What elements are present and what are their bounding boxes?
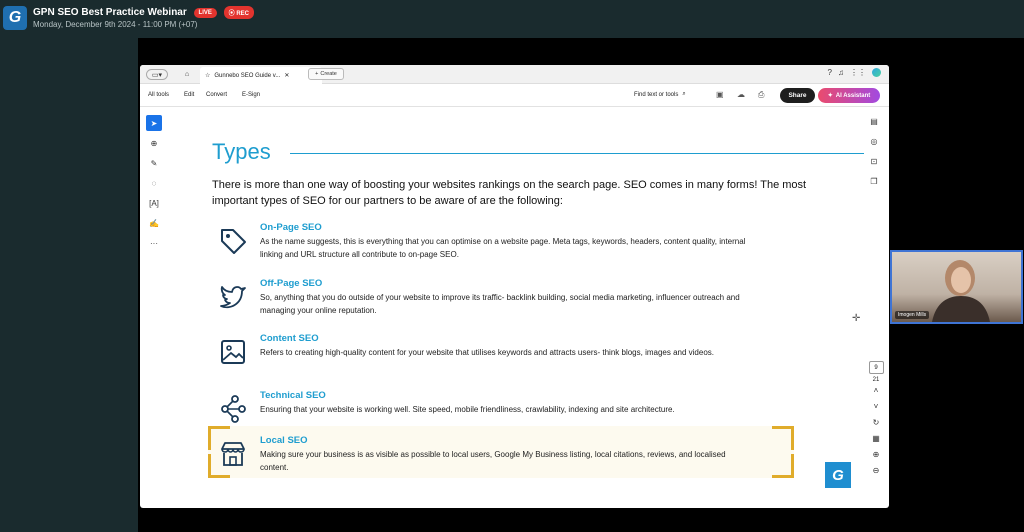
- copy-icon[interactable]: ❐: [866, 173, 882, 189]
- presenter-name: Imogen Mills: [895, 311, 930, 319]
- bracket-bottom-right: [772, 454, 794, 478]
- network-icon: [221, 395, 246, 423]
- help-icon[interactable]: ?: [828, 68, 832, 77]
- total-pages: 21: [872, 377, 880, 383]
- right-toolbar: ▤ ◎ ⊡ ❐: [866, 113, 886, 193]
- ai-icon: ✦: [827, 93, 833, 99]
- refresh-icon[interactable]: ↻: [873, 418, 880, 431]
- gpn-logo: G: [3, 6, 27, 30]
- menu-convert[interactable]: Convert: [206, 92, 227, 98]
- bracket-top-right: [772, 426, 794, 450]
- webinar-header: G GPN SEO Best Practice Webinar LIVE ⦿ R…: [0, 0, 1024, 38]
- webcam-feed[interactable]: Imogen Mills: [890, 250, 1023, 324]
- crosshair-cursor-icon: ✛: [852, 313, 861, 324]
- current-page-input[interactable]: 9: [868, 361, 884, 374]
- storefront-icon: [221, 442, 245, 466]
- item-body: Ensuring that your website is working we…: [260, 405, 675, 414]
- gunnebo-logo: G: [825, 462, 851, 488]
- star-icon[interactable]: ☆: [205, 72, 210, 79]
- pen-tool-icon[interactable]: ✎: [146, 155, 162, 171]
- chevron-up-icon[interactable]: ˄: [874, 386, 879, 399]
- sidebar-toggle-icon[interactable]: ▭▾: [146, 69, 168, 80]
- document-page: Types There is more than one way of boos…: [172, 111, 864, 501]
- plus-icon: +: [315, 71, 319, 77]
- menu-bar: All tools Edit Convert E-Sign Find text …: [140, 84, 889, 107]
- tag-icon: [221, 229, 246, 254]
- search-icon: ⌕: [682, 91, 686, 97]
- tab-title: Gunnebo SEO Guide v...: [214, 72, 281, 79]
- left-toolbar: ➤ ⊕ ✎ ◌ [A] ✍ ···: [146, 115, 166, 260]
- webinar-title: GPN SEO Best Practice Webinar LIVE ⦿ REC: [33, 6, 255, 19]
- ai-assistant-button[interactable]: ✦ AI Assistant: [818, 88, 880, 103]
- chevron-down-icon[interactable]: ˅: [874, 402, 879, 415]
- page-navigator: 9 21 ˄ ˅ ↻ ▦ ⊕ ⊖: [866, 361, 886, 479]
- ai-label: AI Assistant: [835, 92, 871, 99]
- item-body: Making sure your business is as visible …: [260, 450, 726, 472]
- menu-all-tools[interactable]: All tools: [148, 92, 169, 98]
- text-select-icon[interactable]: [A]: [146, 195, 162, 211]
- profile-avatar[interactable]: [872, 68, 881, 77]
- upload-icon[interactable]: ☁: [737, 90, 745, 99]
- thumbnail-icon[interactable]: ▤: [866, 113, 882, 129]
- live-badge: LIVE: [193, 7, 217, 18]
- print-icon[interactable]: ⎙: [758, 90, 764, 100]
- page-title: Types: [212, 139, 271, 164]
- share-button[interactable]: Share: [780, 88, 815, 103]
- rec-badge: ⦿ REC: [223, 6, 255, 19]
- zoom-in-icon[interactable]: ⊕: [873, 450, 880, 463]
- save-icon[interactable]: ▣: [716, 90, 724, 99]
- top-right-icons: ? ♫ ⋮⋮: [828, 68, 881, 77]
- webinar-datetime: Monday, December 9th 2024 - 11:00 PM (+0…: [33, 20, 198, 29]
- comment-tool-icon[interactable]: ⊕: [146, 135, 162, 151]
- bell-icon[interactable]: ♫: [838, 68, 844, 77]
- item-heading: Technical SEO: [260, 390, 326, 401]
- close-icon[interactable]: ✕: [284, 72, 289, 79]
- create-button[interactable]: + Create: [308, 68, 344, 80]
- tab-document[interactable]: ☆ Gunnebo SEO Guide v... ✕: [200, 67, 322, 84]
- item-heading: Off-Page SEO: [260, 278, 323, 289]
- more-icon[interactable]: ···: [146, 235, 162, 251]
- item-body: As the name suggests, this is everything…: [260, 237, 746, 259]
- find-label: Find text or tools: [634, 91, 679, 98]
- apps-icon[interactable]: ⋮⋮: [850, 68, 866, 77]
- menu-edit[interactable]: Edit: [184, 92, 194, 98]
- menu-esign[interactable]: E-Sign: [242, 92, 260, 98]
- cursor-tool-icon[interactable]: ➤: [146, 115, 162, 131]
- twitter-icon: [220, 286, 246, 309]
- sign-tool-icon[interactable]: ✍: [146, 215, 162, 231]
- webinar-title-text: GPN SEO Best Practice Webinar: [33, 7, 187, 19]
- save-page-icon[interactable]: ▦: [872, 434, 880, 447]
- bookmark-icon[interactable]: ⊡: [866, 153, 882, 169]
- pdf-viewer-window: ▭▾ ⌂ ☆ Gunnebo SEO Guide v... ✕ + Create…: [140, 65, 889, 508]
- create-label: Create: [320, 71, 337, 77]
- item-heading: Local SEO: [260, 435, 308, 446]
- item-heading: Content SEO: [260, 333, 319, 344]
- zoom-out-icon[interactable]: ⊖: [873, 466, 880, 479]
- find-tools[interactable]: Find text or tools ⌕: [634, 91, 686, 98]
- tab-bar: ▭▾ ⌂ ☆ Gunnebo SEO Guide v... ✕ + Create…: [140, 65, 889, 84]
- item-heading: On-Page SEO: [260, 222, 322, 233]
- item-body: Refers to creating high-quality content …: [260, 348, 715, 357]
- title-rule: [290, 153, 864, 154]
- home-icon[interactable]: ⌂: [182, 69, 192, 80]
- lasso-tool-icon[interactable]: ◌: [146, 175, 162, 191]
- image-icon: [221, 340, 245, 364]
- item-body: So, anything that you do outside of your…: [260, 293, 740, 315]
- comments-icon[interactable]: ◎: [866, 133, 882, 149]
- intro-text: There is more than one way of boosting y…: [212, 179, 807, 207]
